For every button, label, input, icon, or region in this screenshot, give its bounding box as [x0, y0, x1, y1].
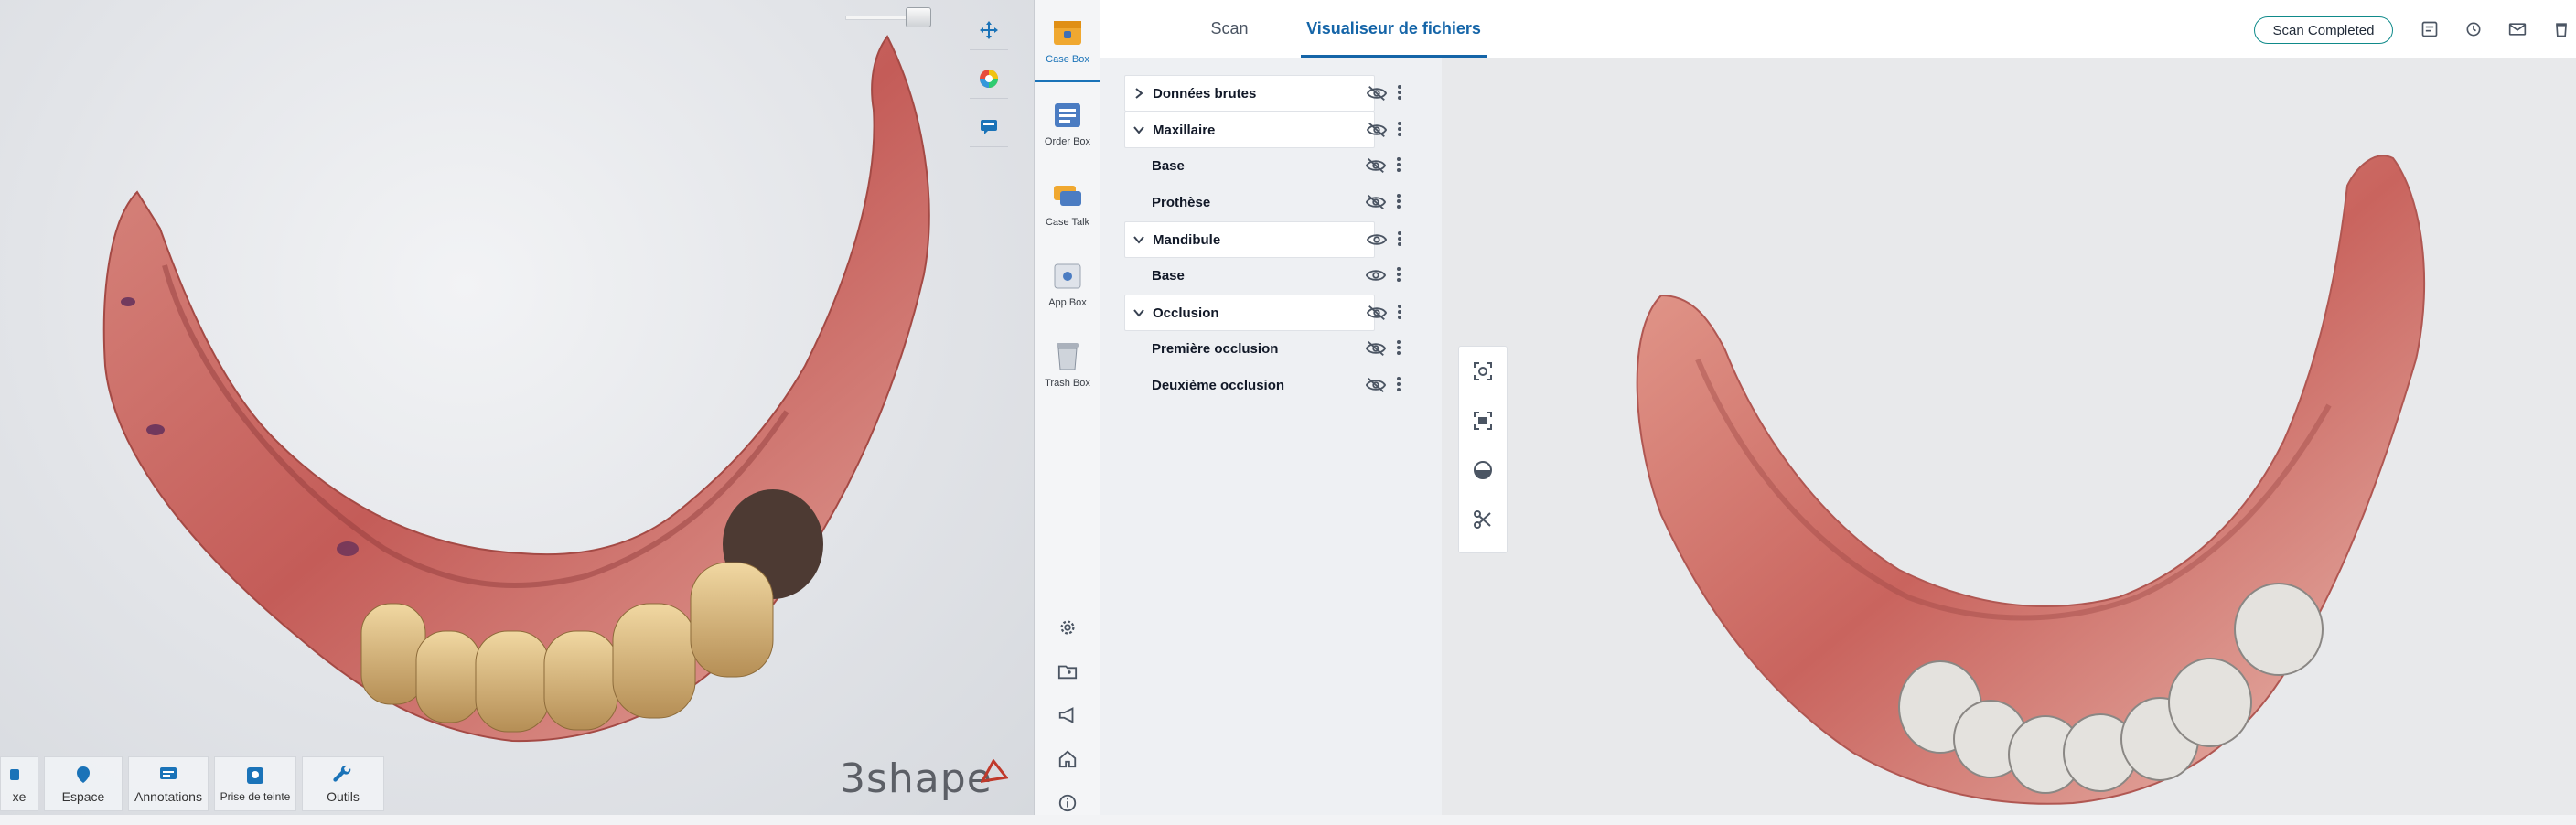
more-options-icon[interactable]	[1396, 376, 1405, 394]
more-options-icon[interactable]	[1397, 230, 1406, 249]
notes-icon[interactable]	[2418, 17, 2442, 41]
tab-scan[interactable]: Scan	[1178, 0, 1281, 58]
eye-off-icon[interactable]	[1366, 304, 1388, 322]
nav-order-box[interactable]: Order Box	[1035, 82, 1100, 163]
toolbar-item-outils[interactable]: Outils	[302, 756, 384, 811]
view-slider-knob[interactable]	[906, 7, 931, 27]
eye-icon[interactable]	[1366, 230, 1388, 249]
trash-box-icon	[1057, 343, 1079, 370]
tree-row-label: Maxillaire	[1153, 122, 1216, 138]
annotation-icon	[160, 767, 177, 779]
tree-row-label: Première occlusion	[1152, 340, 1279, 357]
chevron-down-icon[interactable]	[1125, 235, 1153, 244]
tree-row-label: Mandibule	[1153, 231, 1221, 248]
wrench-icon	[333, 765, 351, 782]
toolbar-item-partial[interactable]: xe	[0, 756, 38, 811]
eye-off-icon[interactable]	[1366, 84, 1388, 102]
tree-row-label: Occlusion	[1153, 305, 1219, 321]
folder-user-icon[interactable]	[1035, 649, 1100, 693]
tree-child-row[interactable]: Base	[1124, 148, 1401, 183]
tree-child-row[interactable]: Prothèse	[1124, 185, 1401, 220]
eye-off-icon[interactable]	[1365, 193, 1387, 211]
focus-icon[interactable]	[1459, 347, 1507, 396]
trash-icon[interactable]	[2549, 17, 2573, 41]
app-box-icon	[1054, 263, 1081, 289]
home-icon[interactable]	[1035, 737, 1100, 781]
more-options-icon[interactable]	[1396, 156, 1405, 175]
tree-child-row[interactable]: Deuxième occlusion	[1124, 368, 1401, 402]
more-options-icon[interactable]	[1396, 266, 1405, 284]
tree-child-row[interactable]: Première occlusion	[1124, 331, 1401, 366]
right-view-tools	[1458, 346, 1508, 553]
tree-group-row[interactable]: Mandibule	[1124, 221, 1401, 258]
right-3d-viewport[interactable]	[1442, 58, 2576, 815]
lower-jaw-scan-right	[1636, 155, 2426, 805]
settings-icon[interactable]	[1035, 605, 1100, 649]
history-icon[interactable]	[2462, 17, 2485, 41]
nav-app-box[interactable]: App Box	[1035, 243, 1100, 324]
eye-off-icon[interactable]	[1365, 156, 1387, 175]
file-tree-panel: Données brutes Maxillaire Base Prothèse Mand…	[1100, 58, 1442, 815]
tree-group-row[interactable]: Maxillaire	[1124, 112, 1401, 148]
case-talk-icon	[1054, 186, 1081, 206]
info-icon[interactable]	[1035, 781, 1100, 825]
tree-row-label: Base	[1152, 267, 1185, 284]
nav-case-talk[interactable]: Case Talk	[1035, 163, 1100, 243]
toolbar-item-espace[interactable]: Espace	[44, 756, 123, 811]
app-header: Scan Visualiseur de fichiers Scan Comple…	[1100, 0, 2576, 59]
more-options-icon[interactable]	[1397, 121, 1406, 139]
more-options-icon[interactable]	[1396, 193, 1405, 211]
comment-icon[interactable]	[970, 108, 1008, 147]
tree-row-label: Données brutes	[1153, 85, 1257, 102]
eye-off-icon[interactable]	[1366, 121, 1388, 139]
toolbar-item-annotations[interactable]: Annotations	[128, 756, 209, 811]
tree-group-row[interactable]: Occlusion	[1124, 295, 1401, 331]
space-icon	[77, 766, 90, 783]
move-icon[interactable]	[970, 11, 1008, 50]
toolbar-item-prise-de-teinte[interactable]: Prise de teinte	[214, 756, 296, 811]
eye-off-icon[interactable]	[1365, 339, 1387, 358]
nav-rail: Case Box Order Box Case Talk App Box Tra…	[1034, 0, 1101, 815]
color-wheel-icon[interactable]	[970, 59, 1008, 99]
brand-logo-text: 3shape	[840, 755, 993, 802]
nav-bottom-icons	[1035, 605, 1100, 825]
more-options-icon[interactable]	[1396, 339, 1405, 358]
more-options-icon[interactable]	[1397, 304, 1406, 322]
chevron-right-icon[interactable]	[1125, 88, 1153, 99]
more-options-icon[interactable]	[1397, 84, 1406, 102]
partial-tool-icon	[10, 769, 19, 780]
tree-row-label: Base	[1152, 157, 1185, 174]
tree-row-label: Deuxième occlusion	[1152, 377, 1285, 393]
left-3d-viewport[interactable]: xe Espace Annotations Prise de teinte Ou…	[0, 0, 1034, 815]
nav-case-box[interactable]: Case Box	[1035, 0, 1100, 82]
tree-group-row[interactable]: Données brutes	[1124, 75, 1401, 112]
chevron-down-icon[interactable]	[1125, 125, 1153, 134]
case-box-icon	[1054, 21, 1081, 45]
tree-child-row[interactable]: Base	[1124, 258, 1401, 293]
tree-row-label: Prothèse	[1152, 194, 1211, 210]
frame-icon[interactable]	[1459, 396, 1507, 445]
status-badge: Scan Completed	[2254, 16, 2393, 44]
eye-off-icon[interactable]	[1365, 376, 1387, 394]
tab-file-viewer[interactable]: Visualiseur de fichiers	[1301, 0, 1487, 58]
left-bottom-toolbar: xe Espace Annotations Prise de teinte Ou…	[0, 756, 384, 811]
lower-jaw-scan-left	[102, 35, 930, 743]
chevron-down-icon[interactable]	[1125, 308, 1153, 317]
viewport-tools	[970, 11, 1008, 156]
shade-icon	[247, 767, 263, 784]
megaphone-icon[interactable]	[1035, 693, 1100, 737]
brand-logo-mark	[981, 759, 1008, 783]
eye-icon[interactable]	[1365, 266, 1387, 284]
scissors-icon[interactable]	[1459, 495, 1507, 544]
nav-trash-box[interactable]: Trash Box	[1035, 324, 1100, 404]
order-box-icon	[1055, 103, 1080, 127]
half-circle-icon[interactable]	[1459, 445, 1507, 495]
mail-icon[interactable]	[2506, 17, 2529, 41]
